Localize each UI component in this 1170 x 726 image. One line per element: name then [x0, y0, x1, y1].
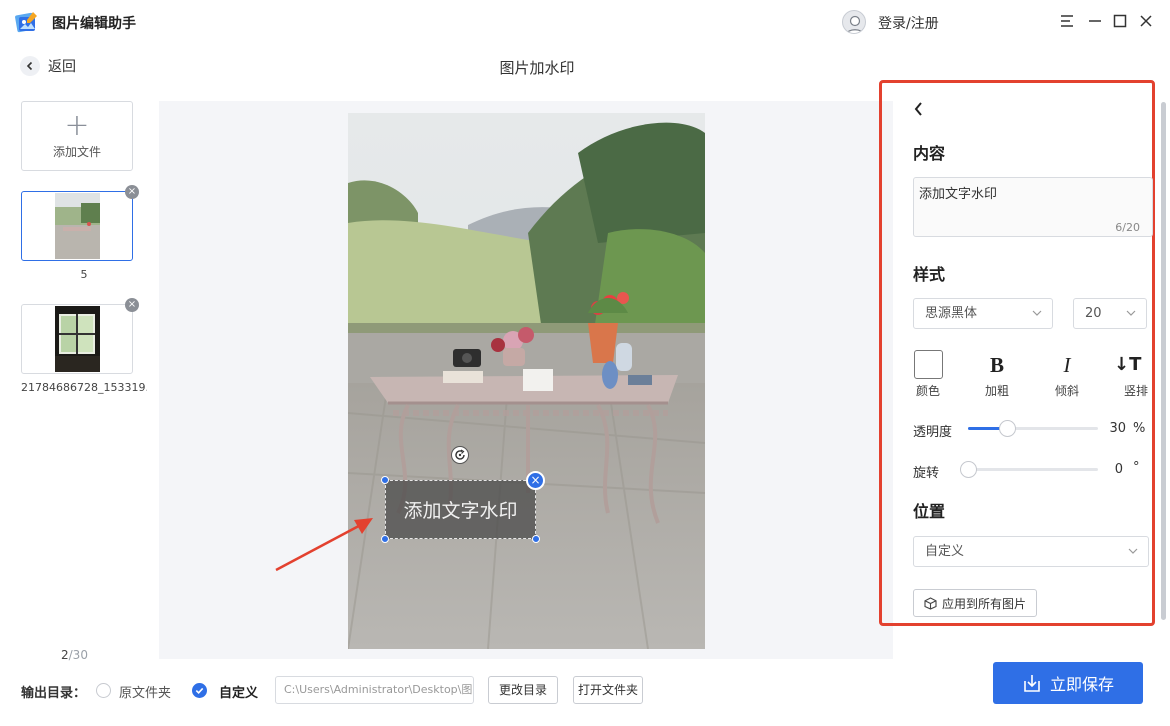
- rotation-slider-handle[interactable]: [960, 461, 977, 478]
- panel-back-button[interactable]: [912, 100, 926, 118]
- rotate-icon: [455, 449, 465, 460]
- add-file-label: 添加文件: [52, 144, 101, 159]
- opacity-slider[interactable]: [968, 420, 1098, 437]
- user-icon: [846, 15, 864, 33]
- app-logo-icon: [15, 12, 37, 33]
- save-now-label: 立即保存: [1049, 675, 1114, 694]
- output-path-input[interactable]: C:\Users\Administrator\Desktop\图: [275, 676, 474, 704]
- color-button[interactable]: 颜色: [906, 350, 950, 399]
- radio-original-folder[interactable]: [96, 683, 111, 698]
- chevron-down-icon: [1128, 548, 1138, 554]
- minimize-icon: [1089, 20, 1101, 22]
- watermark-text-input[interactable]: 添加文字水印 6/20: [913, 177, 1153, 237]
- opacity-label: 透明度: [913, 425, 953, 440]
- delete-watermark-button[interactable]: ×: [526, 471, 545, 490]
- content-section-title: 内容: [913, 144, 946, 163]
- watermark-text-box[interactable]: 添加文字水印: [385, 480, 536, 539]
- menu-button[interactable]: [1056, 10, 1078, 32]
- check-icon: [195, 687, 204, 694]
- open-folder-button[interactable]: 打开文件夹: [573, 676, 643, 704]
- vertical-text-label: 竖排: [1124, 384, 1149, 398]
- italic-button[interactable]: I 倾斜: [1045, 350, 1089, 399]
- apply-to-all-label: 应用到所有图片: [941, 596, 1026, 611]
- watermark-text-value: 添加文字水印: [919, 187, 998, 202]
- output-dir-label: 输出目录：: [21, 686, 87, 701]
- radio-custom-folder[interactable]: [192, 683, 207, 698]
- change-dir-button[interactable]: 更改目录: [488, 676, 558, 704]
- thumbnail-image: [55, 193, 100, 259]
- style-section-title: 样式: [913, 265, 946, 284]
- font-value: 思源黑体: [925, 306, 978, 321]
- maximize-icon: [1113, 14, 1127, 28]
- file-name: 21784686728_153319...: [21, 381, 147, 394]
- rotation-unit: °: [1133, 460, 1140, 475]
- avatar[interactable]: [842, 10, 866, 34]
- file-name: 5: [80, 268, 88, 281]
- annotation-arrow-icon: [275, 518, 373, 572]
- vertical-text-icon: ↓T: [1114, 354, 1142, 375]
- download-icon: [1024, 675, 1040, 692]
- minimize-button[interactable]: [1084, 10, 1106, 32]
- menu-icon: [1061, 15, 1073, 27]
- page-counter: 2/30: [61, 648, 88, 662]
- plus-icon: +: [64, 107, 90, 143]
- cube-icon: [924, 596, 937, 610]
- apply-to-all-button[interactable]: 应用到所有图片: [913, 589, 1037, 617]
- chevron-down-icon: [1032, 310, 1042, 316]
- close-window-button[interactable]: [1135, 10, 1157, 32]
- position-select[interactable]: 自定义: [913, 536, 1149, 567]
- size-select[interactable]: 20: [1073, 298, 1147, 329]
- custom-folder-label[interactable]: 自定义: [219, 682, 258, 701]
- resize-handle[interactable]: [532, 535, 540, 543]
- file-thumbnail[interactable]: ×: [21, 185, 139, 261]
- login-link[interactable]: 登录/注册: [878, 13, 939, 33]
- color-label: 颜色: [915, 384, 940, 398]
- position-section-title: 位置: [913, 502, 946, 521]
- vertical-text-button[interactable]: ↓T 竖排: [1114, 350, 1154, 399]
- add-file-button[interactable]: + 添加文件: [21, 101, 133, 171]
- rotation-slider[interactable]: [960, 461, 1098, 478]
- bold-label: 加粗: [984, 384, 1009, 398]
- close-icon: [1140, 15, 1152, 27]
- page-title: 图片加水印: [499, 59, 575, 77]
- thumbnail-image: [55, 306, 100, 372]
- rotation-label: 旋转: [913, 466, 940, 481]
- color-swatch-icon: [913, 350, 943, 379]
- panel-scrollbar[interactable]: [1161, 102, 1166, 620]
- rotate-handle[interactable]: [451, 446, 469, 464]
- italic-icon: I: [1063, 353, 1071, 377]
- rotation-value[interactable]: 0: [1083, 462, 1123, 477]
- opacity-slider-handle[interactable]: [999, 420, 1016, 437]
- maximize-button[interactable]: [1109, 10, 1131, 32]
- original-folder-label[interactable]: 原文件夹: [119, 682, 171, 701]
- bold-icon: B: [989, 353, 1004, 377]
- size-value: 20: [1085, 306, 1102, 321]
- remove-file-button[interactable]: ×: [125, 298, 139, 312]
- position-value: 自定义: [925, 544, 965, 559]
- chevron-down-icon: [1126, 310, 1136, 316]
- font-select[interactable]: 思源黑体: [913, 298, 1053, 329]
- opacity-value[interactable]: 30: [1086, 421, 1126, 436]
- save-now-button[interactable]: 立即保存: [993, 662, 1143, 704]
- file-thumbnail[interactable]: ×: [21, 298, 139, 374]
- remove-file-button[interactable]: ×: [125, 185, 139, 199]
- italic-label: 倾斜: [1054, 384, 1079, 398]
- preview-image: [348, 113, 705, 649]
- app-title: 图片编辑助手: [52, 16, 136, 32]
- resize-handle[interactable]: [381, 476, 389, 484]
- title-bar: 图片编辑助手 登录/注册: [0, 0, 1170, 44]
- opacity-unit: %: [1133, 421, 1146, 436]
- bold-button[interactable]: B 加粗: [975, 350, 1019, 399]
- char-count: 6/20: [1115, 221, 1140, 234]
